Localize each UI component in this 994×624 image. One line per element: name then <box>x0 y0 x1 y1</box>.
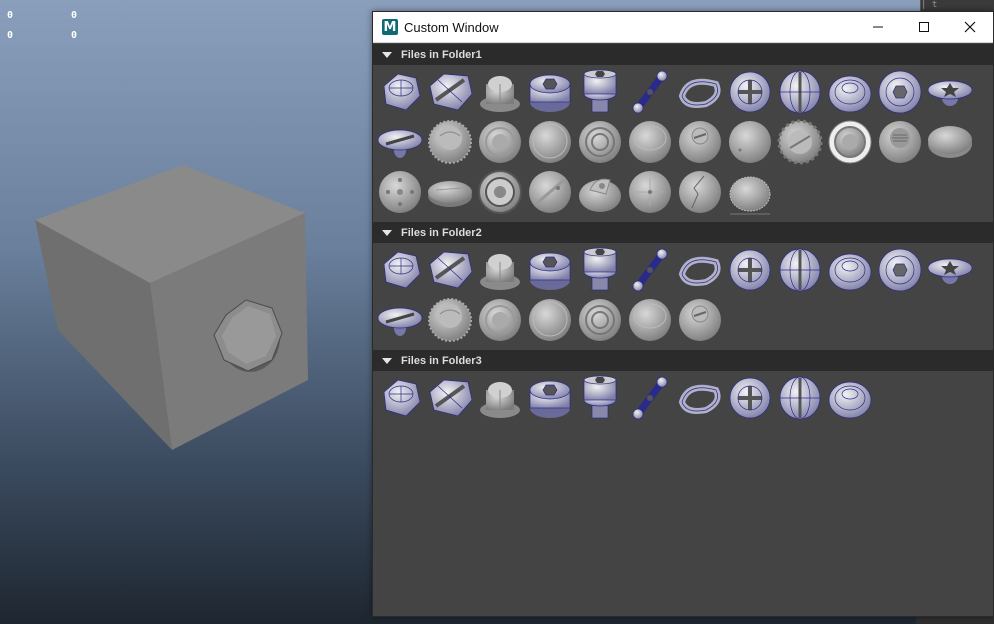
flat-washer-ring-thumbnail-icon[interactable] <box>475 295 525 345</box>
folder-section-header[interactable]: Files in Folder1 <box>373 44 993 65</box>
plain-dome-cap-thumbnail-icon[interactable] <box>725 117 775 167</box>
eye-bolt-chain-thumbnail-icon[interactable] <box>625 245 675 295</box>
title-bar[interactable]: M Custom Window <box>373 12 993 43</box>
hex-cap-nut-thumbnail-icon[interactable] <box>475 245 525 295</box>
round-dome-cap-thumbnail-icon[interactable] <box>825 245 875 295</box>
thumbnail-grid <box>373 371 983 427</box>
close-button[interactable] <box>947 12 993 43</box>
triangle-loop-thumbnail-icon[interactable] <box>675 67 725 117</box>
maya-app-icon: M <box>382 19 398 35</box>
double-ring-cap-thumbnail-icon[interactable] <box>575 295 625 345</box>
slotted-round-head-thumbnail-icon[interactable] <box>775 373 825 423</box>
complex-ring-cap-thumbnail-icon[interactable] <box>475 167 525 217</box>
oval-slotted-head-thumbnail-icon[interactable] <box>375 295 425 345</box>
hex-cap-nut-thumbnail-icon[interactable] <box>475 67 525 117</box>
socket-cap-screw-thumbnail-icon[interactable] <box>575 373 625 423</box>
flat-torx-head-thumbnail-icon[interactable] <box>925 67 975 117</box>
gear-ring-washer-thumbnail-icon[interactable] <box>775 117 825 167</box>
folder-section-label: Files in Folder3 <box>401 354 482 367</box>
plain-round-cap-thumbnail-icon[interactable] <box>525 295 575 345</box>
folder-section-label: Files in Folder1 <box>401 48 482 61</box>
triangle-loop-thumbnail-icon[interactable] <box>675 373 725 423</box>
slotted-round-head-thumbnail-icon[interactable] <box>775 245 825 295</box>
flat-washer-ring-thumbnail-icon[interactable] <box>475 117 525 167</box>
oval-slotted-head-thumbnail-icon[interactable] <box>375 117 425 167</box>
four-point-disc-thumbnail-icon[interactable] <box>625 167 675 217</box>
hex-socket-head-thumbnail-icon[interactable] <box>525 373 575 423</box>
domed-round-cap-thumbnail-icon[interactable] <box>625 295 675 345</box>
folder-section-label: Files in Folder2 <box>401 226 482 239</box>
double-ring-cap-thumbnail-icon[interactable] <box>575 117 625 167</box>
four-dot-disc-thumbnail-icon[interactable] <box>375 167 425 217</box>
thin-flat-disc-thumbnail-icon[interactable] <box>425 167 475 217</box>
thumbnail-grid <box>373 65 983 221</box>
slotted-hex-screw-thumbnail-icon[interactable] <box>425 373 475 423</box>
flat-torx-head-thumbnail-icon[interactable] <box>925 245 975 295</box>
minimize-icon <box>873 26 883 28</box>
domed-round-cap-thumbnail-icon[interactable] <box>625 117 675 167</box>
window-title: Custom Window <box>404 19 499 35</box>
round-dome-cap-thumbnail-icon[interactable] <box>825 67 875 117</box>
hex-socket-head-thumbnail-icon[interactable] <box>525 67 575 117</box>
close-icon <box>964 21 976 33</box>
triangle-loop-thumbnail-icon[interactable] <box>675 245 725 295</box>
cracked-disc-thumbnail-icon[interactable] <box>675 167 725 217</box>
hex-socket-button-thumbnail-icon[interactable] <box>875 67 925 117</box>
hex-socket-button-thumbnail-icon[interactable] <box>875 245 925 295</box>
grated-cap-thumbnail-icon[interactable] <box>875 117 925 167</box>
slotted-hex-screw-thumbnail-icon[interactable] <box>425 67 475 117</box>
eye-bolt-chain-thumbnail-icon[interactable] <box>625 373 675 423</box>
custom-window: M Custom Window Files in Folder1 Files in… <box>372 11 994 617</box>
folder-section: Files in Folder2 <box>373 222 993 349</box>
thumbnail-grid <box>373 243 983 349</box>
serrated-washer-thumbnail-icon[interactable] <box>425 295 475 345</box>
hex-socket-head-thumbnail-icon[interactable] <box>525 245 575 295</box>
hex-cap-nut-thumbnail-icon[interactable] <box>475 373 525 423</box>
3d-viewport[interactable]: 0 0 0 0 <box>0 0 372 624</box>
cube-with-bolt-model[interactable] <box>0 0 372 624</box>
folder-section-header[interactable]: Files in Folder2 <box>373 222 993 243</box>
folder-section-header[interactable]: Files in Folder3 <box>373 350 993 371</box>
socket-cap-screw-thumbnail-icon[interactable] <box>575 245 625 295</box>
socket-cap-screw-thumbnail-icon[interactable] <box>575 67 625 117</box>
slotted-button-thumbnail-icon[interactable] <box>675 295 725 345</box>
slotted-button-thumbnail-icon[interactable] <box>675 117 725 167</box>
folder-section: Files in Folder1 <box>373 44 993 221</box>
slotted-hex-screw-thumbnail-icon[interactable] <box>425 245 475 295</box>
minimize-button[interactable] <box>855 12 901 43</box>
hex-bolt-wire-thumbnail-icon[interactable] <box>375 245 425 295</box>
eye-bolt-chain-thumbnail-icon[interactable] <box>625 67 675 117</box>
collapse-triangle-icon <box>382 357 392 364</box>
maximize-button[interactable] <box>901 12 947 43</box>
round-dome-cap-thumbnail-icon[interactable] <box>825 373 875 423</box>
collapse-triangle-icon <box>382 51 392 58</box>
multi-hole-washer-thumbnail-icon[interactable] <box>825 117 875 167</box>
plain-round-cap-thumbnail-icon[interactable] <box>525 117 575 167</box>
phillips-head-thumbnail-icon[interactable] <box>725 245 775 295</box>
folder-section: Files in Folder3 <box>373 350 993 427</box>
hex-bolt-wire-thumbnail-icon[interactable] <box>375 373 425 423</box>
cross-slot-disc-thumbnail-icon[interactable] <box>525 167 575 217</box>
maximize-icon <box>919 22 929 32</box>
slotted-round-head-thumbnail-icon[interactable] <box>775 67 825 117</box>
phillips-head-thumbnail-icon[interactable] <box>725 373 775 423</box>
tabbed-disc-thumbnail-icon[interactable] <box>575 167 625 217</box>
flat-disc-thumbnail-icon[interactable] <box>925 117 975 167</box>
serrated-washer-thumbnail-icon[interactable] <box>425 117 475 167</box>
background-panel-strip <box>916 616 994 624</box>
phillips-head-thumbnail-icon[interactable] <box>725 67 775 117</box>
ribbed-dome-cap-thumbnail-icon[interactable] <box>725 167 775 217</box>
hex-bolt-wire-thumbnail-icon[interactable] <box>375 67 425 117</box>
collapse-triangle-icon <box>382 229 392 236</box>
